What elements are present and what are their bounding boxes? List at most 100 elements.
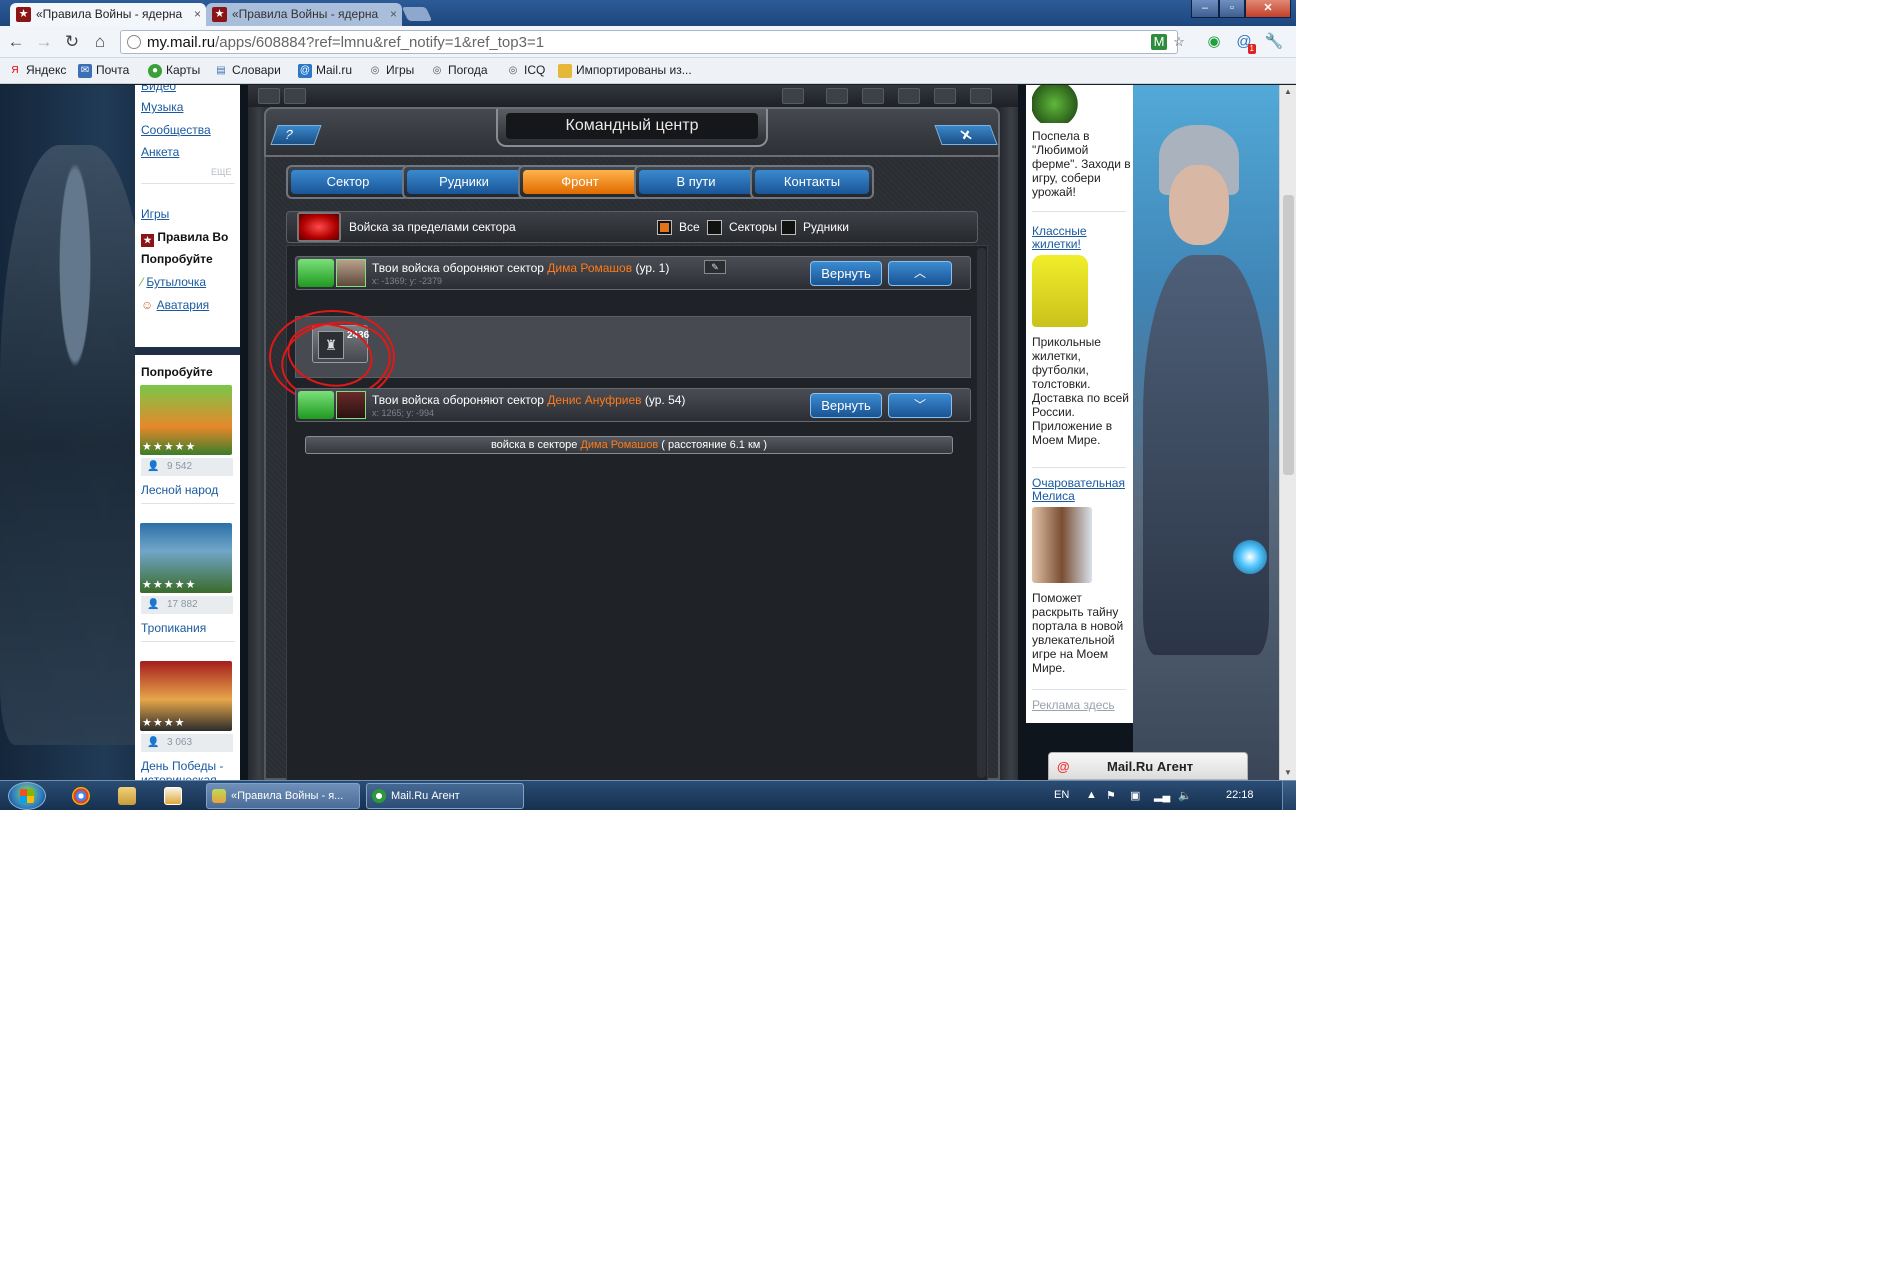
language-indicator[interactable]: EN bbox=[1054, 789, 1069, 801]
game-title-tropicania[interactable]: Тропикания bbox=[141, 621, 206, 635]
bookmark-yandex[interactable]: Я Яндекс bbox=[8, 63, 66, 77]
game-thumb-tropicania[interactable]: ★★★★★ bbox=[140, 523, 232, 593]
bookmark-icq[interactable]: ◎ ICQ bbox=[506, 63, 546, 77]
player-avatar[interactable] bbox=[336, 259, 366, 287]
browser-tab-1[interactable]: ★ «Правила Войны - ядерна × bbox=[10, 3, 206, 26]
fullscreen-icon[interactable] bbox=[782, 88, 804, 104]
home-icon[interactable]: ⌂ bbox=[90, 32, 110, 52]
help-button[interactable]: ? bbox=[270, 125, 322, 145]
tab-close-icon[interactable]: × bbox=[194, 3, 201, 26]
try-item-avataria[interactable]: ☺ Аватария bbox=[141, 298, 209, 312]
player-name-link[interactable]: Денис Ануфриев bbox=[547, 393, 641, 407]
chrome-icon[interactable] bbox=[72, 787, 90, 805]
collapse-chevron-up-icon[interactable]: ︿ bbox=[888, 261, 952, 286]
reload-icon[interactable]: ↻ bbox=[62, 32, 82, 52]
refresh-icon[interactable] bbox=[934, 88, 956, 104]
browser-tab-2[interactable]: ★ «Правила Войны - ядерна × bbox=[206, 3, 402, 26]
yandex-icon: Я bbox=[11, 65, 19, 76]
show-desktop-button[interactable] bbox=[1282, 781, 1296, 810]
filter-all-checkbox[interactable] bbox=[657, 220, 672, 235]
system-clock[interactable]: 22:18 bbox=[1226, 789, 1254, 801]
tab-close-icon[interactable]: × bbox=[390, 3, 397, 26]
bookmark-mailru[interactable]: @ Mail.ru bbox=[298, 63, 352, 78]
tab-in-transit[interactable]: В пути bbox=[634, 165, 758, 199]
volume-icon[interactable]: 🔈 bbox=[1178, 789, 1192, 802]
bookmark-dictionaries[interactable]: ▤ Словари bbox=[214, 63, 281, 77]
scroll-thumb[interactable] bbox=[1283, 195, 1294, 475]
ad-vest-image[interactable] bbox=[1032, 255, 1088, 327]
mail-agent-widget[interactable]: @ Mail.Ru Агент bbox=[1048, 752, 1248, 780]
unit-card[interactable]: ♜ 2436 bbox=[312, 325, 369, 363]
game-top-bar bbox=[248, 85, 1018, 107]
nav-link-video[interactable]: Видео bbox=[141, 85, 176, 93]
view-icon[interactable] bbox=[862, 88, 884, 104]
player-name-link[interactable]: Дима Ромашов bbox=[547, 261, 632, 275]
ad-melisa-image[interactable] bbox=[1032, 507, 1092, 583]
new-tab-button[interactable] bbox=[401, 7, 433, 21]
ad-vests-link[interactable]: Классные жилетки! bbox=[1032, 225, 1132, 251]
agent-extension-icon[interactable]: @1 bbox=[1234, 32, 1256, 54]
ad-melisa-link[interactable]: Очаровательная Мелиса bbox=[1032, 477, 1132, 503]
ad-here-link[interactable]: Реклама здесь bbox=[1032, 699, 1132, 712]
more-link[interactable]: ЕЩЕ bbox=[211, 167, 231, 177]
nav-link-games[interactable]: Игры bbox=[141, 207, 169, 221]
game-title-victory-day[interactable]: День Победы - историческая bbox=[141, 759, 237, 780]
back-arrow-icon[interactable]: ← bbox=[6, 32, 26, 52]
return-troops-button[interactable]: Вернуть bbox=[810, 393, 882, 418]
return-troops-button[interactable]: Вернуть bbox=[810, 261, 882, 286]
user-icon: 👤 bbox=[147, 737, 160, 748]
forward-arrow-icon[interactable]: → bbox=[34, 32, 54, 52]
game-thumb-forest[interactable]: ★★★★★ bbox=[140, 385, 232, 455]
maximize-button[interactable]: ▫ bbox=[1219, 0, 1245, 18]
ad-farm-image[interactable] bbox=[1032, 85, 1088, 123]
tab-mines[interactable]: Рудники bbox=[402, 165, 526, 199]
address-bar[interactable]: my.mail.ru/apps/608884?ref=lmnu&ref_noti… bbox=[120, 30, 1185, 54]
game-title-forest[interactable]: Лесной народ bbox=[141, 483, 218, 497]
tab-sector[interactable]: Сектор bbox=[286, 165, 410, 199]
edit-pencil-icon[interactable]: ✎ bbox=[704, 260, 726, 274]
wrench-icon[interactable]: 🔧 bbox=[1264, 32, 1284, 52]
bookmark-weather[interactable]: ◎ Погода bbox=[430, 63, 488, 77]
filter-mines-checkbox[interactable] bbox=[781, 220, 796, 235]
window-close-button[interactable]: ✕ bbox=[1245, 0, 1291, 18]
extension-icon[interactable]: ◉ bbox=[1204, 32, 1224, 52]
player-avatar[interactable] bbox=[336, 391, 366, 419]
tray-expand-icon[interactable]: ▲ bbox=[1086, 789, 1097, 801]
try-item-bottle[interactable]: ⁄ Бутылочка bbox=[141, 275, 206, 289]
start-button[interactable] bbox=[8, 782, 46, 810]
media-player-icon[interactable] bbox=[164, 787, 182, 805]
taskbar-item-game[interactable]: «Правила Войны - я... bbox=[206, 783, 360, 809]
game-help-icon[interactable] bbox=[970, 88, 992, 104]
tab-contacts[interactable]: Контакты bbox=[750, 165, 874, 199]
filter-sectors-checkbox[interactable] bbox=[707, 220, 722, 235]
taskbar-item-agent[interactable]: Mail.Ru Агент bbox=[366, 783, 524, 809]
expand-chevron-down-icon[interactable]: ﹀ bbox=[888, 393, 952, 418]
signal-icon[interactable]: ▂▄ bbox=[1154, 789, 1170, 802]
star-bookmark-icon[interactable]: ☆ bbox=[1171, 34, 1187, 50]
current-game-item[interactable]: ★ Правила Во bbox=[141, 230, 228, 247]
page-action-icon[interactable]: M bbox=[1151, 34, 1167, 50]
minimize-button[interactable]: – bbox=[1191, 0, 1219, 18]
window-icon[interactable] bbox=[898, 88, 920, 104]
explorer-folder-icon[interactable] bbox=[118, 787, 136, 805]
list-scrollbar[interactable] bbox=[977, 248, 986, 778]
bookmark-mail[interactable]: ✉ Почта bbox=[78, 63, 129, 78]
detail-player-name[interactable]: Дима Ромашов bbox=[580, 439, 658, 451]
bookmark-imported-folder[interactable]: Импортированы из... bbox=[558, 63, 692, 78]
nav-link-profile[interactable]: Анкета bbox=[141, 145, 179, 159]
scroll-down-icon[interactable]: ▼ bbox=[1280, 766, 1296, 780]
game-menu-button[interactable] bbox=[284, 88, 306, 104]
sound-icon[interactable] bbox=[826, 88, 848, 104]
action-center-flag-icon[interactable]: ⚑ bbox=[1106, 789, 1116, 802]
scroll-up-icon[interactable]: ▲ bbox=[1280, 85, 1296, 99]
game-thumb-victory-day[interactable]: ★★★★ bbox=[140, 661, 232, 731]
page-scrollbar[interactable]: ▲ ▼ bbox=[1279, 85, 1296, 780]
nav-link-music[interactable]: Музыка bbox=[141, 100, 183, 114]
close-window-button[interactable]: ✕ bbox=[934, 125, 998, 145]
bookmark-maps[interactable]: ● Карты bbox=[148, 63, 200, 78]
game-menu-button[interactable] bbox=[258, 88, 280, 104]
tab-front[interactable]: Фронт bbox=[518, 165, 642, 199]
network-icon[interactable]: ▣ bbox=[1130, 789, 1140, 802]
bookmark-games[interactable]: ◎ Игры bbox=[368, 63, 415, 77]
nav-link-communities[interactable]: Сообщества bbox=[141, 123, 211, 137]
